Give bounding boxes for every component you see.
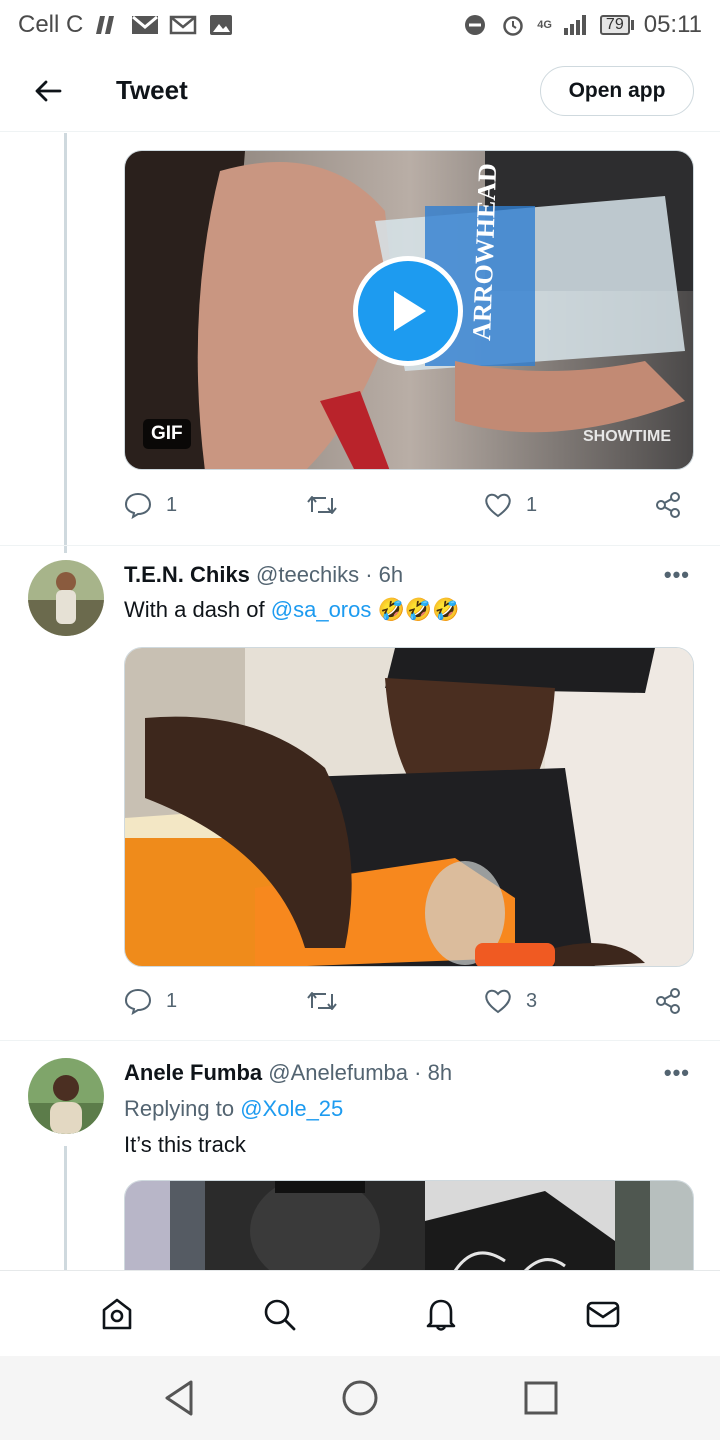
divider [0, 545, 720, 546]
avatar-image [28, 1058, 104, 1134]
like-button[interactable]: 1 [484, 492, 654, 518]
more-options-button[interactable]: ••• [664, 562, 690, 588]
separator: · [365, 562, 373, 587]
share-button[interactable] [654, 491, 682, 519]
reply-count: 1 [166, 989, 178, 1012]
timestamp[interactable]: 6h [379, 562, 403, 587]
reply-button[interactable]: 1 [124, 987, 306, 1015]
retweet-icon [307, 992, 337, 1010]
image-icon [210, 15, 233, 35]
battery-indicator: 79 [599, 15, 634, 35]
bottom-navigation [0, 1270, 720, 1356]
heart-icon [485, 989, 511, 1014]
home-icon [102, 1298, 132, 1329]
share-icon [656, 492, 680, 518]
battery-level: 79 [599, 15, 630, 35]
avatar[interactable] [28, 560, 104, 636]
more-options-button[interactable]: ••• [664, 1060, 690, 1086]
mail-icon [132, 15, 159, 34]
mention-link[interactable]: @Xole_25 [240, 1096, 343, 1121]
play-button[interactable] [353, 256, 463, 366]
handle[interactable]: @teechiks [256, 562, 359, 587]
system-navigation-bar [0, 1356, 720, 1440]
system-back-icon[interactable] [161, 1378, 197, 1418]
bell-icon [426, 1299, 456, 1331]
play-icon [394, 291, 426, 331]
reply-count: 1 [166, 493, 178, 516]
tweet-text: With a dash of @sa_oros 🤣🤣🤣 [124, 597, 460, 623]
retweet-icon [307, 496, 337, 514]
top-app-bar: Tweet Open app [0, 50, 720, 132]
nav-messages[interactable] [563, 1274, 643, 1354]
alarm-icon [503, 16, 523, 36]
video-thumbnail [125, 648, 693, 966]
nav-home[interactable] [77, 1274, 157, 1354]
nav-notifications[interactable] [401, 1274, 481, 1354]
back-button[interactable] [0, 50, 96, 132]
system-recents-icon[interactable] [523, 1380, 559, 1416]
bottle-label: ARROWHEAD [467, 163, 502, 342]
network-type: 4G [537, 19, 552, 31]
tweet-gif-media[interactable]: ARROWHEAD SHOWTIME GIF [124, 150, 694, 470]
separator: · [414, 1060, 422, 1085]
tweet-actions: 1 3 [124, 981, 694, 1021]
avatar[interactable] [28, 1058, 104, 1134]
page-title: Tweet [116, 75, 188, 105]
netflix-icon [96, 16, 115, 34]
status-bar: Cell C 4G 79 05:11 [0, 0, 720, 50]
search-icon [264, 1299, 296, 1330]
gmail-icon [170, 15, 197, 35]
back-arrow-icon [35, 80, 62, 101]
avatar-image [28, 560, 104, 636]
nav-search[interactable] [239, 1274, 319, 1354]
reply-icon [124, 988, 152, 1015]
tweet-header: Anele Fumba @Anelefumba · 8h [124, 1060, 452, 1086]
handle[interactable]: @Anelefumba [268, 1060, 408, 1085]
dnd-icon [465, 15, 486, 35]
thread-line [64, 133, 67, 553]
media-watermark: SHOWTIME [583, 428, 671, 445]
open-app-button[interactable]: Open app [540, 66, 694, 116]
heart-icon [485, 493, 511, 518]
reply-icon [124, 492, 152, 519]
retweet-button[interactable] [306, 492, 484, 518]
share-button[interactable] [654, 987, 682, 1015]
reply-button[interactable]: 1 [124, 491, 306, 519]
tweet-header: T.E.N. Chiks @teechiks · 6h [124, 562, 403, 588]
divider [0, 1040, 720, 1041]
display-name[interactable]: T.E.N. Chiks [124, 562, 250, 587]
timestamp[interactable]: 8h [428, 1060, 452, 1085]
replying-label: Replying to [124, 1096, 235, 1121]
carrier-label: Cell C [18, 11, 84, 38]
tweet-video-media[interactable] [124, 647, 694, 967]
replying-to: Replying to @Xole_25 [124, 1096, 343, 1122]
thread-line [64, 1146, 67, 1270]
system-home-icon[interactable] [340, 1378, 380, 1418]
gif-badge: GIF [143, 419, 191, 449]
retweet-button[interactable] [306, 988, 484, 1014]
like-count: 3 [526, 989, 538, 1012]
like-count: 1 [526, 493, 538, 516]
signal-icon [563, 15, 586, 35]
mention-link[interactable]: @sa_oros [271, 597, 372, 622]
display-name[interactable]: Anele Fumba [124, 1060, 262, 1085]
like-button[interactable]: 3 [484, 988, 654, 1014]
tweet-body: With a dash of [124, 597, 265, 622]
tweet-emoji: 🤣🤣🤣 [377, 597, 460, 622]
tweet-actions: 1 1 [124, 485, 694, 525]
clock: 05:11 [643, 11, 702, 38]
share-icon [656, 988, 680, 1014]
envelope-icon [586, 1301, 620, 1327]
tweet-body: It’s this track [124, 1132, 246, 1157]
